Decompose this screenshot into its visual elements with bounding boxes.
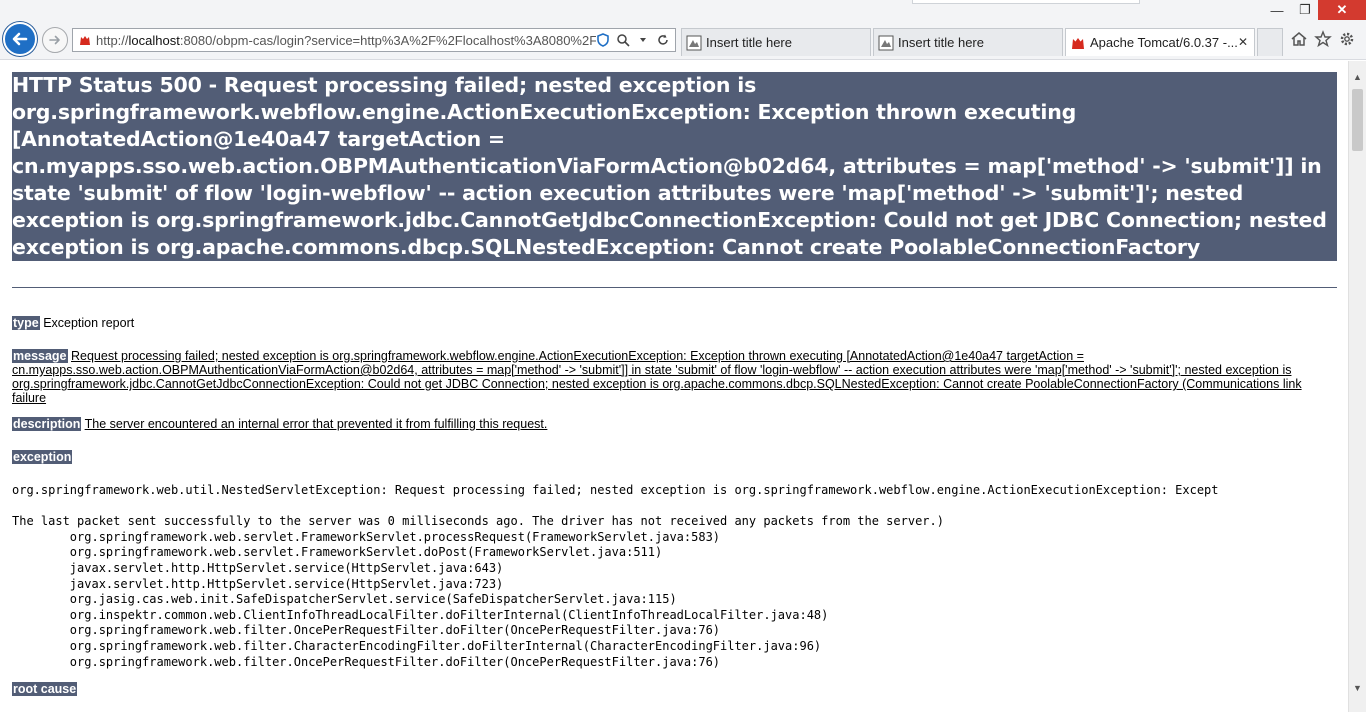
root-cause-label: root cause	[12, 682, 78, 697]
divider	[12, 287, 1337, 288]
stack-trace: org.springframework.web.util.NestedServl…	[12, 483, 1219, 669]
error-heading: HTTP Status 500 - Request processing fai…	[12, 72, 1337, 261]
search-icon[interactable]	[615, 32, 631, 48]
tab-label: Insert title here	[898, 35, 984, 50]
refresh-icon[interactable]	[655, 32, 671, 48]
exception-row: exception	[12, 450, 1337, 464]
description-label: description	[12, 417, 82, 431]
favorites-star-icon[interactable]	[1314, 30, 1332, 48]
new-tab-button[interactable]	[1257, 28, 1283, 56]
page-icon	[686, 35, 702, 50]
forward-arrow-icon	[49, 35, 60, 45]
scroll-up-icon[interactable]: ▲	[1349, 69, 1366, 85]
shield-icon[interactable]	[595, 32, 611, 48]
description-row: description The server encountered an in…	[12, 417, 1337, 431]
back-arrow-icon	[12, 32, 28, 46]
address-bar[interactable]: http://localhost:8080/obpm-cas/login?ser…	[72, 28, 676, 52]
type-row: type Exception report	[12, 316, 1337, 330]
browser-chrome: — ❐ ✕ http://localhost:8080/obpm-cas/log…	[0, 0, 1366, 60]
exception-label: exception	[12, 450, 73, 464]
chevron-down-icon[interactable]	[635, 32, 651, 48]
address-url[interactable]: http://localhost:8080/obpm-cas/login?ser…	[96, 33, 596, 48]
browser-toolbar-right	[1290, 30, 1356, 48]
tomcat-favicon-icon	[78, 33, 92, 47]
maximize-button[interactable]: ❐	[1292, 0, 1318, 20]
address-tools	[595, 32, 671, 48]
tab-insert-title-1[interactable]: Insert title here	[681, 28, 871, 56]
message-label: message	[12, 349, 68, 363]
forward-button[interactable]	[42, 27, 68, 53]
close-button[interactable]: ✕	[1318, 0, 1366, 20]
url-host: localhost	[128, 32, 180, 48]
error-page: HTTP Status 500 - Request processing fai…	[0, 61, 1348, 697]
scroll-down-icon[interactable]: ▼	[1349, 680, 1366, 696]
url-path: :8080/obpm-cas/login?service=http%3A%2F%…	[179, 32, 596, 48]
gear-icon[interactable]	[1338, 30, 1356, 48]
back-button[interactable]	[3, 22, 37, 56]
home-icon[interactable]	[1290, 30, 1308, 48]
url-prefix: http://	[96, 32, 129, 48]
titlebar-strip	[912, 0, 1140, 4]
tab-label: Insert title here	[706, 35, 792, 50]
minimize-button[interactable]: —	[1262, 0, 1292, 20]
type-label: type	[12, 316, 40, 330]
tomcat-icon	[1071, 35, 1085, 50]
type-value: Exception report	[43, 316, 135, 330]
page-icon	[878, 35, 894, 50]
page-viewport[interactable]: HTTP Status 500 - Request processing fai…	[0, 61, 1348, 712]
message-row: message Request processing failed; neste…	[12, 349, 1337, 405]
message-value: Request processing failed; nested except…	[12, 349, 1302, 405]
tab-close-icon[interactable]: ✕	[1238, 35, 1248, 49]
description-value: The server encountered an internal error…	[84, 417, 548, 431]
scrollbar-thumb[interactable]	[1352, 89, 1363, 151]
root-cause-row: root cause	[12, 682, 1337, 697]
vertical-scrollbar[interactable]: ▲ ▼	[1348, 61, 1366, 712]
tab-apache-tomcat[interactable]: Apache Tomcat/6.0.37 -... ✕	[1065, 28, 1255, 56]
tab-insert-title-2[interactable]: Insert title here	[873, 28, 1063, 56]
tab-label: Apache Tomcat/6.0.37 -...	[1090, 35, 1238, 50]
